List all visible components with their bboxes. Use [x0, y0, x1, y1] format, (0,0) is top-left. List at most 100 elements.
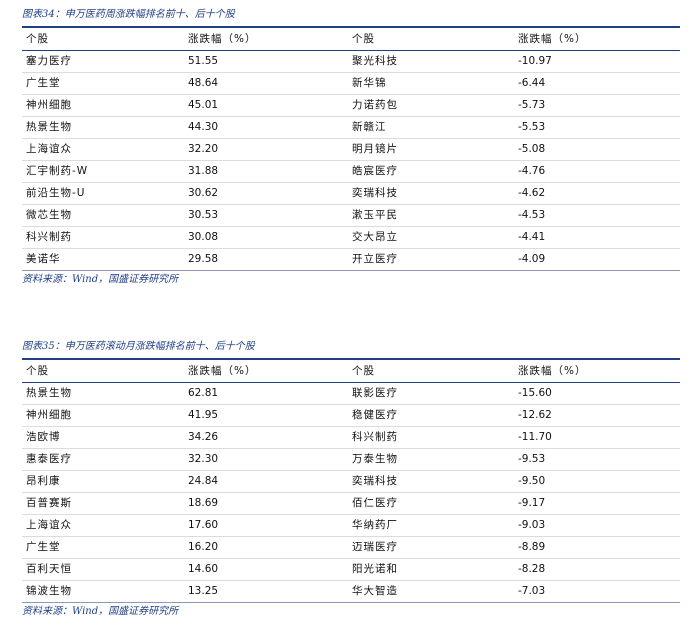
value-cell: 62.81	[188, 387, 219, 399]
stock-cell: 皓宸医疗	[352, 165, 398, 177]
header-change: 涨跌幅（%）	[518, 365, 587, 377]
value-cell: 17.60	[188, 519, 219, 531]
value-cell: 29.58	[188, 253, 219, 265]
stock-cell: 开立医疗	[352, 253, 398, 265]
table-header-row: 个股 涨跌幅（%） 个股 涨跌幅（%）	[22, 28, 680, 50]
stock-cell: 新赣江	[352, 121, 387, 133]
value-cell: -9.03	[518, 519, 546, 531]
table-row: 锦波生物 13.25 华大智造 -7.03	[22, 581, 680, 602]
header-stock: 个股	[352, 365, 375, 377]
value-cell: -11.70	[518, 431, 552, 443]
value-cell: -7.03	[518, 585, 546, 597]
value-cell: -9.17	[518, 497, 546, 509]
value-cell: 48.64	[188, 77, 219, 89]
value-cell: 41.95	[188, 409, 219, 421]
value-cell: 31.88	[188, 165, 219, 177]
stock-cell: 神州细胞	[26, 409, 72, 421]
stock-cell: 上海谊众	[26, 143, 72, 155]
stock-cell: 交大昂立	[352, 231, 398, 243]
stock-cell: 力诺药包	[352, 99, 398, 111]
table-row: 微芯生物 30.53 漱玉平民 -4.53	[22, 205, 680, 227]
value-cell: 13.25	[188, 585, 219, 597]
value-cell: 30.53	[188, 209, 219, 221]
stock-cell: 万泰生物	[352, 453, 398, 465]
stock-cell: 惠泰医疗	[26, 453, 72, 465]
table-row: 浩欧博 34.26 科兴制药 -11.70	[22, 427, 680, 449]
value-cell: 24.84	[188, 475, 219, 487]
table-row: 广生堂 16.20 迈瑞医疗 -8.89	[22, 537, 680, 559]
table-row: 惠泰医疗 32.30 万泰生物 -9.53	[22, 449, 680, 471]
stock-cell: 热景生物	[26, 121, 72, 133]
value-cell: 44.30	[188, 121, 219, 133]
stock-cell: 漱玉平民	[352, 209, 398, 221]
value-cell: 30.08	[188, 231, 219, 243]
table-row: 神州细胞 45.01 力诺药包 -5.73	[22, 95, 680, 117]
table-block-35: 图表35：申万医药滚动月涨跌幅排名前十、后十个股 个股 涨跌幅（%） 个股 涨跌…	[22, 340, 680, 619]
stock-cell: 联影医疗	[352, 387, 398, 399]
value-cell: -4.41	[518, 231, 546, 243]
stock-cell: 广生堂	[26, 77, 61, 89]
header-stock: 个股	[26, 33, 49, 45]
stock-cell: 明月镜片	[352, 143, 398, 155]
table-row: 百普赛斯 18.69 佰仁医疗 -9.17	[22, 493, 680, 515]
stock-cell: 华纳药厂	[352, 519, 398, 531]
bottom-rule	[22, 602, 680, 603]
stock-cell: 汇宇制药-W	[26, 165, 89, 177]
stock-cell: 迈瑞医疗	[352, 541, 398, 553]
stock-cell: 稳健医疗	[352, 409, 398, 421]
stock-cell: 聚光科技	[352, 55, 398, 67]
value-cell: -12.62	[518, 409, 552, 421]
header-change: 涨跌幅（%）	[188, 33, 257, 45]
stock-cell: 塞力医疗	[26, 55, 72, 67]
table-row: 上海谊众 17.60 华纳药厂 -9.03	[22, 515, 680, 537]
table-row: 美诺华 29.58 开立医疗 -4.09	[22, 249, 680, 270]
stock-cell: 新华锦	[352, 77, 387, 89]
header-change: 涨跌幅（%）	[188, 365, 257, 377]
table-row: 昂利康 24.84 奕瑞科技 -9.50	[22, 471, 680, 493]
stock-cell: 华大智造	[352, 585, 398, 597]
stock-cell: 微芯生物	[26, 209, 72, 221]
value-cell: 30.62	[188, 187, 219, 199]
table-caption: 图表34：申万医药周涨跌幅排名前十、后十个股	[22, 9, 235, 20]
table-row: 广生堂 48.64 新华锦 -6.44	[22, 73, 680, 95]
stock-cell: 昂利康	[26, 475, 61, 487]
stock-cell: 热景生物	[26, 387, 72, 399]
value-cell: 14.60	[188, 563, 219, 575]
value-cell: -4.53	[518, 209, 546, 221]
stock-cell: 科兴制药	[352, 431, 398, 443]
table-caption: 图表35：申万医药滚动月涨跌幅排名前十、后十个股	[22, 341, 255, 352]
value-cell: 32.20	[188, 143, 219, 155]
table-row: 塞力医疗 51.55 聚光科技 -10.97	[22, 51, 680, 73]
header-stock: 个股	[26, 365, 49, 377]
stock-cell: 锦波生物	[26, 585, 72, 597]
table-header-row: 个股 涨跌幅（%） 个股 涨跌幅（%）	[22, 360, 680, 382]
table-row: 神州细胞 41.95 稳健医疗 -12.62	[22, 405, 680, 427]
table-row: 热景生物 62.81 联影医疗 -15.60	[22, 383, 680, 405]
value-cell: 32.30	[188, 453, 219, 465]
stock-cell: 神州细胞	[26, 99, 72, 111]
table-row: 汇宇制药-W 31.88 皓宸医疗 -4.76	[22, 161, 680, 183]
header-stock: 个股	[352, 33, 375, 45]
source-note: 资料来源：Wind，国盛证券研究所	[22, 606, 179, 617]
value-cell: -15.60	[518, 387, 552, 399]
stock-cell: 奕瑞科技	[352, 475, 398, 487]
bottom-rule	[22, 270, 680, 271]
value-cell: 34.26	[188, 431, 219, 443]
table-block-34: 图表34：申万医药周涨跌幅排名前十、后十个股 个股 涨跌幅（%） 个股 涨跌幅（…	[22, 8, 680, 287]
header-change: 涨跌幅（%）	[518, 33, 587, 45]
value-cell: 51.55	[188, 55, 219, 67]
value-cell: -4.09	[518, 253, 546, 265]
value-cell: -6.44	[518, 77, 546, 89]
stock-cell: 佰仁医疗	[352, 497, 398, 509]
source-note: 资料来源：Wind，国盛证券研究所	[22, 274, 179, 285]
value-cell: -5.53	[518, 121, 546, 133]
table-row: 科兴制药 30.08 交大昂立 -4.41	[22, 227, 680, 249]
table-row: 热景生物 44.30 新赣江 -5.53	[22, 117, 680, 139]
value-cell: -5.08	[518, 143, 546, 155]
stock-cell: 百利天恒	[26, 563, 72, 575]
value-cell: -10.97	[518, 55, 552, 67]
stock-cell: 阳光诺和	[352, 563, 398, 575]
stock-cell: 科兴制药	[26, 231, 72, 243]
value-cell: 18.69	[188, 497, 219, 509]
stock-cell: 百普赛斯	[26, 497, 72, 509]
